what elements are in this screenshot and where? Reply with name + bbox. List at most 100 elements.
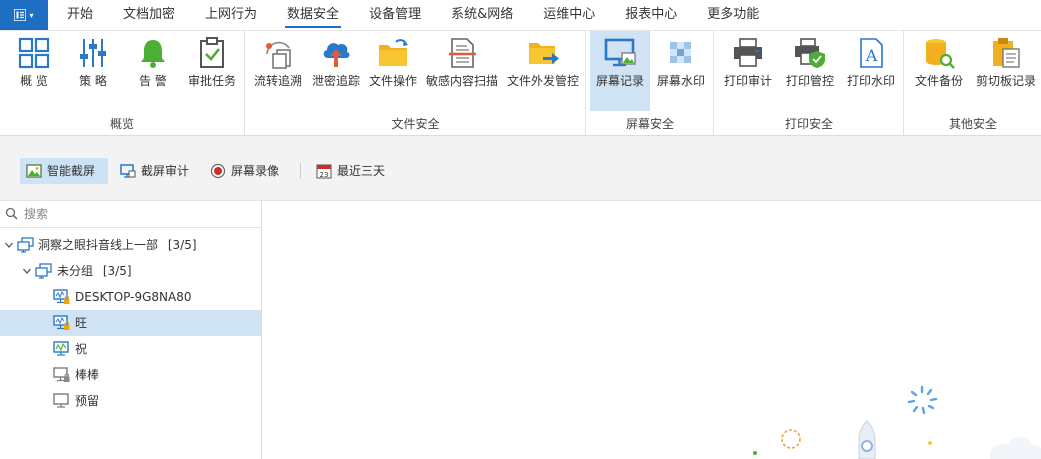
- computer-name: 棒棒: [75, 368, 100, 382]
- screen-record-toolbar: 智能截屏 截屏审计 屏幕录像 23 最近三天: [0, 136, 1041, 201]
- screen-record-label: 屏幕记录: [595, 74, 644, 88]
- print-watermark-button[interactable]: A 打印水印: [842, 31, 900, 111]
- document-scan-icon: [449, 38, 476, 68]
- ribbon-group-label-file-security: 文件安全: [391, 117, 440, 131]
- calendar-day-text: 23: [320, 171, 329, 179]
- flow-trace-label: 流转追溯: [253, 74, 302, 88]
- print-control-button[interactable]: 打印管控: [780, 31, 840, 111]
- monitor-image-icon: [604, 38, 636, 67]
- screen-video-button[interactable]: 屏幕录像: [204, 158, 290, 184]
- alert-button[interactable]: 告 警: [124, 31, 182, 111]
- document-letter-icon: A: [860, 38, 883, 68]
- tab-device-management[interactable]: 设备管理: [354, 0, 436, 30]
- flow-trace-button[interactable]: 流转追溯: [249, 31, 307, 111]
- capture-audit-label: 截屏审计: [141, 164, 190, 178]
- sensitive-scan-button[interactable]: 敏感内容扫描: [423, 31, 501, 111]
- computer-online-locked-icon: [53, 315, 70, 330]
- policy-label: 策 略: [79, 74, 107, 88]
- tree-node-computer[interactable]: DESKTOP-9G8NA80: [0, 284, 261, 310]
- ribbon-group-screen-security: 屏幕记录 屏幕水印 屏幕安全: [585, 31, 714, 135]
- approval-tasks-label: 审批任务: [187, 74, 236, 88]
- root-group-name: 洞察之眼抖音线上一部: [38, 238, 159, 252]
- screen-video-label: 屏幕录像: [231, 164, 280, 178]
- leak-tracking-button[interactable]: 泄密追踪: [309, 31, 363, 111]
- sliders-icon: [80, 39, 106, 67]
- leak-tracking-label: 泄密追踪: [311, 74, 360, 88]
- tree-search: [0, 201, 261, 228]
- policy-button[interactable]: 策 略: [64, 31, 122, 111]
- tree-node-computer[interactable]: 祝: [0, 336, 261, 362]
- approval-tasks-button[interactable]: 审批任务: [184, 31, 240, 111]
- bell-icon: [141, 40, 165, 68]
- tab-more-features[interactable]: 更多功能: [692, 0, 774, 30]
- ribbon-group-label-other-security: 其他安全: [948, 117, 997, 131]
- capture-audit-button[interactable]: 截屏审计: [114, 158, 196, 184]
- menu-tabs: 开始 文档加密 上网行为 数据安全 设备管理 系统&网络 运维中心 报表中心 更…: [52, 0, 774, 30]
- computer-name: 祝: [75, 342, 88, 356]
- tab-start[interactable]: 开始: [52, 0, 108, 30]
- file-operation-button[interactable]: 文件操作: [365, 31, 421, 111]
- group-count: [3/5]: [102, 264, 132, 278]
- decorative-ring: [781, 429, 801, 449]
- ribbon: 概 览 策 略 告 警 审批任务 概览 流转追溯 泄密追踪 文件操作 敏感内容扫…: [0, 31, 1041, 136]
- calendar-icon: 23: [316, 164, 332, 179]
- menu-bar: ▾ 开始 文档加密 上网行为 数据安全 设备管理 系统&网络 运维中心 报表中心…: [0, 0, 1041, 31]
- overview-label: 概 览: [20, 74, 48, 88]
- empty-state-illustration: [753, 385, 1041, 459]
- computer-name: DESKTOP-9G8NA80: [75, 290, 192, 304]
- toolbar-divider: [300, 163, 301, 179]
- computer-offline-locked-icon: [53, 367, 70, 382]
- tab-report-center[interactable]: 报表中心: [610, 0, 692, 30]
- print-watermark-label: 打印水印: [846, 74, 895, 88]
- smart-capture-button[interactable]: 智能截屏: [20, 158, 108, 184]
- file-backup-label: 文件备份: [914, 74, 963, 88]
- flow-trace-icon: [266, 41, 291, 69]
- computer-name: 预留: [75, 394, 100, 408]
- decorative-dot: [753, 451, 757, 455]
- tree-node-computer[interactable]: 旺: [0, 310, 261, 336]
- file-backup-button[interactable]: 文件备份: [908, 31, 970, 111]
- tree-node-ungrouped[interactable]: 未分组 [3/5]: [0, 258, 261, 284]
- ribbon-group-label-overview: 概览: [109, 117, 134, 131]
- smart-capture-label: 智能截屏: [47, 164, 96, 178]
- chevron-down-icon[interactable]: [4, 240, 14, 250]
- clipboard-icon: [993, 38, 1020, 68]
- print-audit-button[interactable]: 打印审计: [718, 31, 778, 111]
- printer-icon: [734, 38, 762, 67]
- tab-internet-behavior[interactable]: 上网行为: [190, 0, 272, 30]
- clipboard-record-button[interactable]: 剪切板记录: [972, 31, 1040, 111]
- tab-system-network[interactable]: 系统&网络: [436, 0, 528, 30]
- tree-node-root[interactable]: 洞察之眼抖音线上一部 [3/5]: [0, 232, 261, 258]
- tree-node-computer[interactable]: 预留: [0, 388, 261, 414]
- grid-icon: [18, 37, 50, 69]
- tab-data-security[interactable]: 数据安全: [272, 0, 354, 30]
- ribbon-group-label-screen-security: 屏幕安全: [625, 117, 674, 131]
- computer-online-locked-icon: [53, 289, 70, 304]
- printer-shield-icon: [795, 38, 825, 68]
- computer-group-icon: [35, 263, 52, 279]
- clipboard-check-icon: [200, 37, 224, 68]
- tree-node-computer[interactable]: 棒棒: [0, 362, 261, 388]
- tab-ops-center[interactable]: 运维中心: [528, 0, 610, 30]
- search-input[interactable]: [24, 204, 254, 224]
- cloud-shape: [989, 437, 1041, 459]
- checker-pattern-icon: [670, 42, 691, 63]
- overview-button[interactable]: 概 览: [6, 31, 62, 111]
- computer-group-icon: [17, 237, 34, 253]
- app-menu-button[interactable]: ▾: [0, 0, 48, 30]
- ribbon-group-label-print-security: 打印安全: [784, 117, 833, 131]
- list-menu-icon: [14, 9, 27, 21]
- ribbon-group-file-security: 流转追溯 泄密追踪 文件操作 敏感内容扫描 文件外发管控 文件安全: [244, 31, 586, 135]
- computer-tree-panel: 洞察之眼抖音线上一部 [3/5] 未分组 [3/5] DESKTOP-9: [0, 201, 262, 459]
- computer-name: 旺: [75, 316, 88, 330]
- chevron-down-icon[interactable]: [22, 266, 32, 276]
- date-range-button[interactable]: 23 最近三天: [310, 158, 392, 184]
- group-name: 未分组: [57, 264, 94, 278]
- tab-doc-encryption[interactable]: 文档加密: [108, 0, 190, 30]
- file-outbound-control-button[interactable]: 文件外发管控: [503, 31, 583, 111]
- cloud-upload-icon: [323, 43, 350, 67]
- computer-offline-icon: [53, 393, 69, 408]
- screen-record-button[interactable]: 屏幕记录: [590, 31, 650, 111]
- screen-watermark-button[interactable]: 屏幕水印: [652, 31, 710, 111]
- clipboard-record-label: 剪切板记录: [975, 74, 1036, 88]
